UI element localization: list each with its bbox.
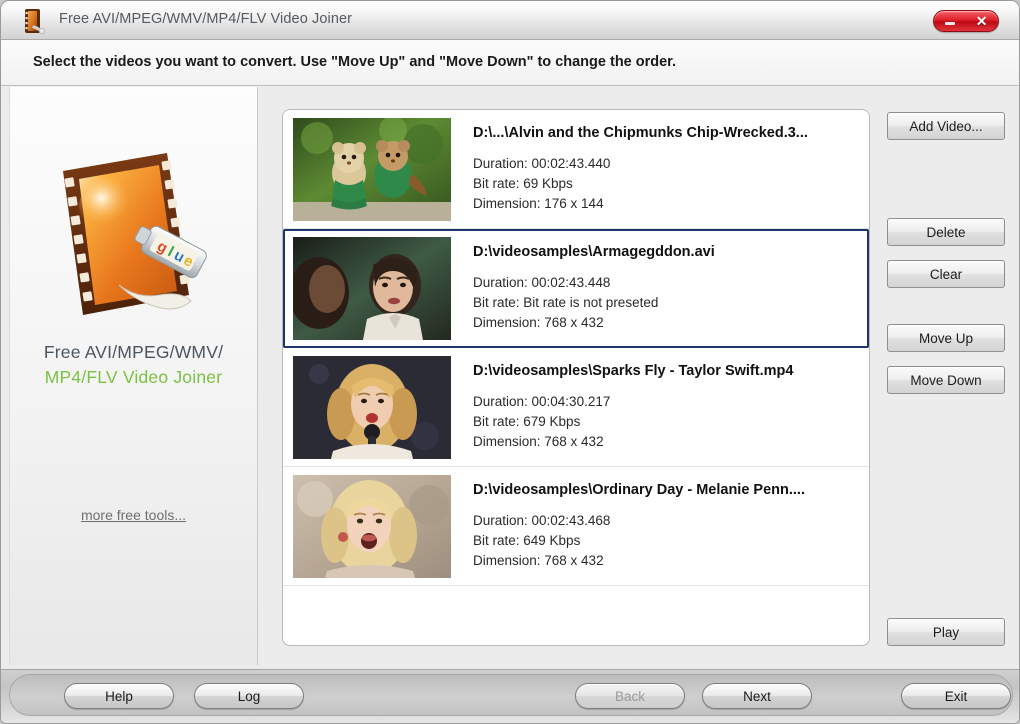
instruction-bar: Select the videos you want to convert. U… <box>1 40 1019 86</box>
close-icon[interactable]: ✕ <box>976 14 988 28</box>
sparks-fly-thumbnail <box>293 355 451 459</box>
clear-button[interactable]: Clear <box>887 260 1005 288</box>
chipmunks-thumbnail <box>293 117 451 221</box>
list-item[interactable]: D:\...\Alvin and the Chipmunks Chip-Wrec… <box>283 110 869 229</box>
delete-button[interactable]: Delete <box>887 218 1005 246</box>
more-free-tools-link[interactable]: more free tools... <box>10 507 257 523</box>
video-dimension: Dimension: 768 x 432 <box>473 315 604 330</box>
minimize-icon[interactable] <box>944 22 955 25</box>
footer-inner-panel: Help Log Back Next Exit <box>9 674 1013 716</box>
window-title: Free AVI/MPEG/WMV/MP4/FLV Video Joiner <box>59 11 353 27</box>
list-item-meta: D:\...\Alvin and the Chipmunks Chip-Wrec… <box>473 125 808 214</box>
video-bitrate: Bit rate: 69 Kbps <box>473 175 573 191</box>
video-path: D:\videosamples\Armagegddon.avi <box>473 244 715 260</box>
armageddon-thumbnail <box>293 237 451 340</box>
video-path: D:\...\Alvin and the Chipmunks Chip-Wrec… <box>473 124 808 141</box>
back-button: Back <box>575 683 685 709</box>
list-item-meta: D:\videosamples\Sparks Fly - Taylor Swif… <box>473 363 793 452</box>
video-duration: Duration: 00:02:43.468 <box>473 512 611 528</box>
next-button[interactable]: Next <box>702 683 812 709</box>
video-dimension: Dimension: 176 x 144 <box>473 195 604 211</box>
film-strip-glue-tube-icon: g l u e <box>49 145 219 323</box>
video-list[interactable]: D:\...\Alvin and the Chipmunks Chip-Wrec… <box>282 109 870 646</box>
list-item[interactable]: D:\videosamples\Ordinary Day - Melanie P… <box>283 467 869 586</box>
title-bar: Free AVI/MPEG/WMV/MP4/FLV Video Joiner ✕ <box>1 1 1019 40</box>
list-item[interactable]: D:\videosamples\Sparks Fly - Taylor Swif… <box>283 348 869 467</box>
log-button[interactable]: Log <box>194 683 304 709</box>
instruction-text: Select the videos you want to convert. U… <box>33 54 677 70</box>
help-button[interactable]: Help <box>64 683 174 709</box>
video-path: D:\videosamples\Sparks Fly - Taylor Swif… <box>473 362 794 379</box>
video-path: D:\videosamples\Ordinary Day - Melanie P… <box>473 481 805 498</box>
video-duration: Duration: 00:04:30.217 <box>473 393 611 409</box>
main-body: g l u e Free AVI/MPEG/WMV/ MP4/FLV Video… <box>1 87 1019 671</box>
video-dimension: Dimension: 768 x 432 <box>473 433 604 449</box>
list-item-meta: D:\videosamples\Ordinary Day - Melanie P… <box>473 482 805 571</box>
list-item[interactable]: D:\videosamples\Armagegddon.avi Duration… <box>283 229 869 348</box>
exit-button[interactable]: Exit <box>901 683 1011 709</box>
video-bitrate: Bit rate: 679 Kbps <box>473 413 581 429</box>
add-video-button[interactable]: Add Video... <box>887 112 1005 140</box>
film-reel-icon <box>19 6 49 36</box>
play-button[interactable]: Play <box>887 618 1005 646</box>
move-up-button[interactable]: Move Up <box>887 324 1005 352</box>
video-dimension: Dimension: 768 x 432 <box>473 552 604 568</box>
product-name-line1: Free AVI/MPEG/WMV/ <box>43 342 224 362</box>
video-duration: Duration: 00:02:43.440 <box>473 155 611 171</box>
video-duration: Duration: 00:02:43.448 <box>473 275 611 290</box>
product-name-line2: MP4/FLV Video Joiner <box>44 367 223 387</box>
video-bitrate: Bit rate: 649 Kbps <box>473 532 581 548</box>
application-window: Free AVI/MPEG/WMV/MP4/FLV Video Joiner ✕… <box>0 0 1020 724</box>
action-button-column: Add Video... Delete Clear Move Up Move D… <box>885 87 1011 665</box>
sidebar: g l u e Free AVI/MPEG/WMV/ MP4/FLV Video… <box>9 87 258 665</box>
footer-bar: Help Log Back Next Exit <box>1 669 1019 723</box>
move-down-button[interactable]: Move Down <box>887 366 1005 394</box>
list-item-meta: D:\videosamples\Armagegddon.avi Duration… <box>473 244 715 333</box>
video-bitrate: Bit rate: Bit rate is not preseted <box>473 295 659 310</box>
window-controls-button[interactable]: ✕ <box>933 10 999 32</box>
ordinary-day-thumbnail <box>293 474 451 578</box>
